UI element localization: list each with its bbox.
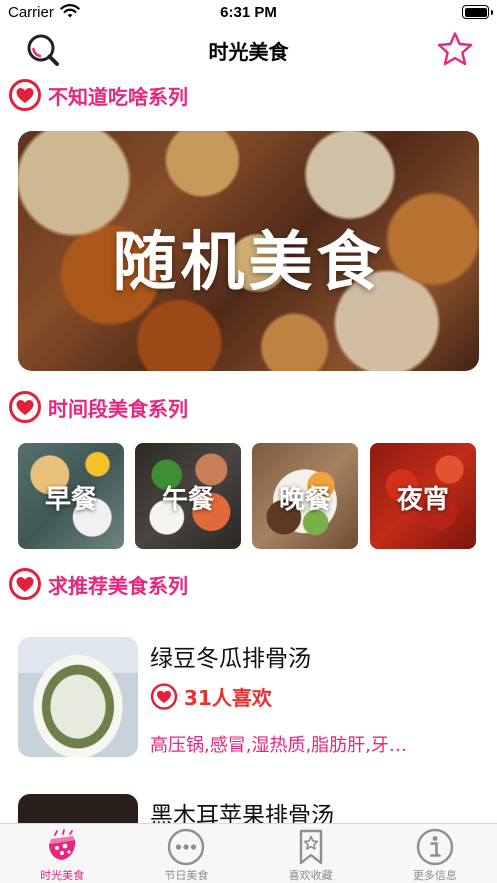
clock: 6:31 PM xyxy=(220,4,277,21)
tab-food[interactable]: 时光美食 xyxy=(0,824,124,883)
food-icon xyxy=(49,829,76,860)
tab-bar: 时光美食 节日美食 喜欢收藏 更多信息 xyxy=(0,823,497,883)
meal-tile-label: 夜宵 xyxy=(396,485,449,515)
more-dots-icon xyxy=(168,828,205,866)
meal-tile-label: 晚餐 xyxy=(278,485,331,515)
section-header-recommend: 求推荐美食系列 xyxy=(8,568,188,600)
tab-label: 喜欢收藏 xyxy=(288,869,333,882)
meal-tile-breakfast[interactable]: 早餐 xyxy=(18,443,124,549)
tab-label: 更多信息 xyxy=(412,869,457,882)
tab-label: 时光美食 xyxy=(40,869,85,882)
meal-tile-late-night[interactable]: 夜宵 xyxy=(370,443,476,549)
tab-more-info[interactable]: 更多信息 xyxy=(373,824,497,883)
likes-count: 31人喜欢 xyxy=(184,685,272,710)
meal-tile-label: 早餐 xyxy=(44,485,97,515)
random-food-banner[interactable]: 随机美食 xyxy=(18,131,479,371)
heart-icon xyxy=(150,682,178,710)
meal-tile-lunch[interactable]: 午餐 xyxy=(135,443,241,549)
section-title: 求推荐美食系列 xyxy=(48,573,188,598)
section-header-random: 不知道吃啥系列 xyxy=(8,79,188,111)
meal-tile-dinner[interactable]: 晚餐 xyxy=(252,443,358,549)
section-title: 不知道吃啥系列 xyxy=(48,84,188,109)
recipe-title: 绿豆冬瓜排骨汤 xyxy=(150,646,311,672)
section-title: 时间段美食系列 xyxy=(48,396,188,421)
tab-favorites[interactable]: 喜欢收藏 xyxy=(249,824,373,883)
favorite-button[interactable] xyxy=(435,30,475,70)
battery-icon xyxy=(462,5,493,19)
star-icon xyxy=(437,32,473,66)
meal-tile-label: 午餐 xyxy=(161,485,214,515)
bookmark-star-icon xyxy=(299,829,322,865)
info-icon xyxy=(416,828,454,866)
heart-icon xyxy=(9,391,41,423)
heart-icon xyxy=(9,568,41,600)
heart-icon xyxy=(9,79,41,111)
banner-title: 随机美食 xyxy=(112,226,385,300)
section-header-meal-time: 时间段美食系列 xyxy=(8,391,188,423)
navigation-bar: 时光美食 xyxy=(0,26,497,74)
likes-row: 31人喜欢 xyxy=(150,681,272,711)
status-bar: Carrier 6:31 PM xyxy=(0,0,497,26)
tab-holiday-food[interactable]: 节日美食 xyxy=(124,824,248,883)
page-title: 时光美食 xyxy=(208,40,289,64)
recipe-tags: 高压锅,感冒,湿热质,脂肪肝,牙… xyxy=(150,735,407,756)
tab-label: 节日美食 xyxy=(164,869,209,882)
list-item[interactable]: 绿豆冬瓜排骨汤 31人喜欢 高压锅,感冒,湿热质,脂肪肝,牙… xyxy=(18,637,479,759)
recipe-thumbnail xyxy=(18,637,138,757)
